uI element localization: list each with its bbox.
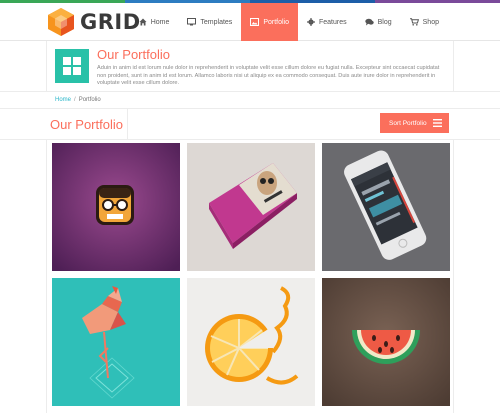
nav-shop[interactable]: Shop	[401, 3, 448, 41]
nav-blog-label: Blog	[377, 18, 392, 26]
portfolio-intro: Our Portfolio Aduin in anim id est lorum…	[46, 41, 454, 91]
divider	[127, 109, 128, 140]
nav-home-label: Home	[150, 18, 170, 26]
comments-icon	[364, 18, 374, 26]
nav-portfolio-label: Portfolio	[263, 18, 289, 26]
nav-blog[interactable]: Blog	[356, 3, 401, 41]
breadcrumb-separator: /	[74, 97, 76, 103]
site-header: GRID Home Templates Portfolio Features B…	[0, 3, 500, 41]
sort-portfolio-button[interactable]: Sort Portfolio	[380, 113, 449, 133]
portfolio-item-watermelon-icon[interactable]	[322, 278, 450, 406]
nav-shop-label: Shop	[422, 18, 439, 26]
menu-icon	[433, 119, 442, 127]
hexagon-logo-icon	[48, 8, 74, 36]
cart-icon	[409, 18, 419, 26]
main-nav: Home Templates Portfolio Features Blog S…	[130, 3, 448, 41]
portfolio-grid	[46, 140, 454, 413]
portfolio-item-flamingo[interactable]	[52, 278, 180, 406]
grid-icon	[55, 49, 89, 83]
sort-portfolio-label: Sort Portfolio	[389, 119, 427, 127]
book-mockup-image	[187, 143, 315, 271]
nav-templates-label: Templates	[200, 18, 233, 26]
flamingo-image	[52, 278, 180, 406]
breadcrumb: Home / Portfolio	[55, 97, 101, 103]
intro-description: Aduin in anim id est lorum nule dolor in…	[97, 65, 440, 87]
watermelon-icon-image	[322, 278, 450, 406]
nav-features[interactable]: Features	[298, 3, 356, 41]
nav-portfolio[interactable]: Portfolio	[241, 3, 298, 41]
portfolio-item-orange-peel[interactable]	[187, 278, 315, 406]
portfolio-title-row: Our Portfolio Sort Portfolio	[0, 109, 500, 140]
page-title: Our Portfolio	[50, 117, 123, 132]
intro-title: Our Portfolio	[97, 47, 170, 62]
nav-templates[interactable]: Templates	[178, 3, 241, 41]
home-icon	[139, 18, 147, 26]
nav-features-label: Features	[319, 18, 347, 26]
geek-app-icon-image	[52, 143, 180, 271]
portfolio-item-iphone-mockup[interactable]	[322, 143, 450, 271]
portfolio-item-geek-app-icon[interactable]	[52, 143, 180, 271]
portfolio-item-book-mockup[interactable]	[187, 143, 315, 271]
logo[interactable]: GRID	[46, 7, 141, 37]
iphone-mockup-image	[322, 143, 450, 271]
breadcrumb-bar: Home / Portfolio	[0, 91, 500, 109]
nav-home[interactable]: Home	[130, 3, 179, 41]
image-icon	[250, 18, 260, 26]
monitor-icon	[187, 18, 197, 26]
breadcrumb-home-link[interactable]: Home	[55, 97, 71, 103]
breadcrumb-current: Portfolio	[78, 97, 101, 103]
gear-icon	[307, 18, 315, 26]
orange-peel-image	[187, 278, 315, 406]
